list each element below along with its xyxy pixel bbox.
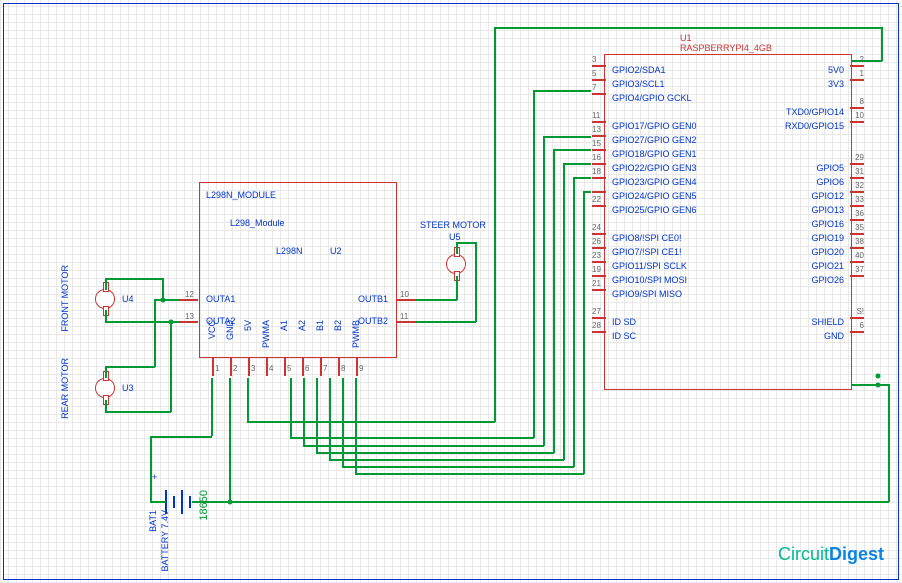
steer-motor-ref: U5	[449, 232, 461, 242]
schematic-canvas: U1 RASPBERRYPI4_4GB 3GPIO2/SDA15GPIO3/SC…	[0, 0, 902, 583]
rpi-pin-right-1: 3V31	[834, 74, 850, 92]
rpi-pin-left-10: 22GPIO25/GPIO GEN6	[606, 200, 691, 218]
logo-part2: Digest	[829, 544, 884, 564]
rpi-ref: U1	[680, 33, 692, 43]
battery-ref: BAT1	[148, 510, 158, 532]
rpi-pin-right-19: GND6	[830, 326, 850, 344]
l298-pin-10: 10	[400, 290, 409, 299]
rpi-pin-right-4: RXD0/GPIO1510	[791, 116, 850, 134]
l298n-part: L298_Module	[230, 218, 285, 228]
battery-plus: +	[152, 472, 157, 482]
l298-pin-13: 13	[185, 312, 194, 321]
rpi-pin-left-2: 7GPIO4/GPIO GCKL	[606, 88, 686, 106]
front-motor-label: FRONT MOTOR	[60, 265, 70, 332]
l298-pin-12: 12	[185, 290, 194, 299]
l298n-ref: U2	[330, 246, 342, 256]
l298-out-b2: OUTB2	[358, 316, 388, 326]
rpi-pin-right-15: GPIO2637	[817, 270, 850, 288]
l298-pin-11: 11	[400, 312, 408, 321]
circuitdigest-logo: CircuitDigest	[778, 544, 884, 565]
rear-motor-label: REAR MOTOR	[60, 358, 70, 419]
steer-motor-label: STEER MOTOR	[420, 220, 486, 230]
l298n-chip: L298N	[276, 246, 303, 256]
component-front-motor	[95, 289, 115, 309]
l298n-name: L298N_MODULE	[206, 190, 276, 200]
l298-out-a1: OUTA1	[206, 294, 235, 304]
battery-part: 18650	[198, 490, 210, 521]
rpi-pin-left-16: 21GPIO9/SPI MISO	[606, 284, 676, 302]
front-motor-ref: U4	[122, 294, 134, 304]
logo-part1: Circuit	[778, 544, 829, 564]
rpi-name: RASPBERRYPI4_4GB	[680, 43, 772, 53]
component-steer-motor	[446, 254, 466, 274]
rpi-pin-left-19: 28ID SC	[606, 326, 630, 344]
rear-motor-ref: U3	[122, 383, 134, 393]
l298-out-b1: OUTB1	[358, 294, 388, 304]
component-rear-motor	[95, 378, 115, 398]
battery-name: BATTERY 7.4V	[160, 510, 170, 572]
